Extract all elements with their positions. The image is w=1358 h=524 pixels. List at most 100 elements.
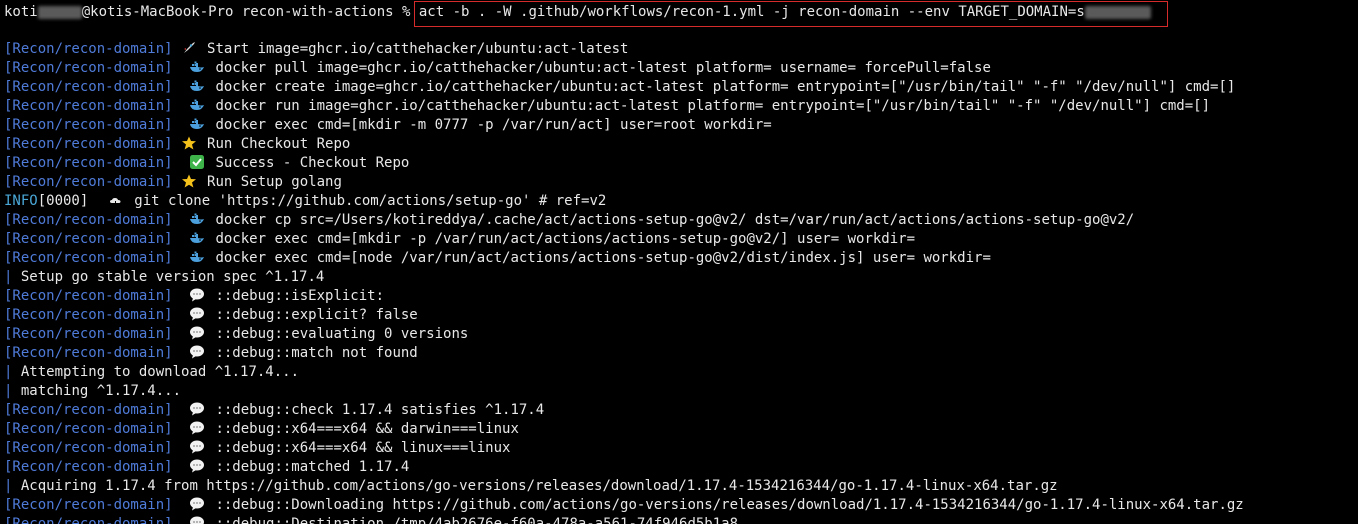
log-message: Run Setup golang [207,174,342,190]
job-prefix: [Recon/recon-domain] [4,440,173,456]
log-line: [Recon/recon-domain] docker create image… [4,78,1235,97]
job-prefix: [Recon/recon-domain] [4,326,173,342]
job-prefix: [Recon/recon-domain] [4,459,173,475]
log-line: [Recon/recon-domain] ::debug::x64===x64 … [4,420,519,439]
log-line: [Recon/recon-domain] Run Setup golang [4,173,342,192]
job-prefix: [Recon/recon-domain] [4,307,173,323]
log-message: ::debug::isExplicit: [215,288,385,304]
docker-icon [189,250,205,264]
log-line: [Recon/recon-domain] docker run image=gh… [4,97,1210,116]
job-prefix: [Recon/recon-domain] [4,136,173,152]
log-message: ::debug::Downloading https://github.com/… [215,497,1244,513]
docker-icon [189,231,205,245]
pipe-marker: | [4,383,13,399]
log-line: INFO[0000] git clone 'https://github.com/… [4,192,606,211]
log-line: [Recon/recon-domain] ::debug::Destinatio… [4,515,738,524]
log-line: [Recon/recon-domain] Start image=ghcr.io… [4,40,628,59]
log-line: [Recon/recon-domain] docker cp src=/User… [4,211,1134,230]
log-message: ::debug::explicit? false [215,307,418,323]
log-line: | matching ^1.17.4... [4,382,181,401]
log-line: [Recon/recon-domain] ::debug::explicit? … [4,306,418,325]
job-prefix: [Recon/recon-domain] [4,497,173,513]
job-prefix: [Recon/recon-domain] [4,345,173,361]
log-message: ::debug::check 1.17.4 satisfies ^1.17.4 [215,402,545,418]
log-message: docker exec cmd=[mkdir -m 0777 -p /var/r… [215,117,772,133]
prompt-host: @kotis-MacBook-Pro recon-with-actions % [81,4,419,20]
log-message: ::debug::match not found [215,345,418,361]
log-line: | Attempting to download ^1.17.4... [4,363,299,382]
log-line: [Recon/recon-domain] ::debug::Downloadin… [4,496,1244,515]
speech-icon [189,497,205,511]
log-message: ::debug::x64===x64 && linux===linux [215,440,511,456]
job-prefix: [Recon/recon-domain] [4,117,173,133]
log-message: docker pull image=ghcr.io/catthehacker/u… [215,60,991,76]
job-prefix: [Recon/recon-domain] [4,402,173,418]
log-line: | Setup go stable version spec ^1.17.4 [4,268,324,287]
info-timestamp: [0000] [37,193,89,209]
log-line: [Recon/recon-domain] ::debug::evaluating… [4,325,468,344]
speech-icon [189,307,205,321]
pipe-marker: | [4,269,13,285]
star-icon [181,174,197,188]
log-line: [Recon/recon-domain] ::debug::match not … [4,344,418,363]
log-message: docker exec cmd=[node /var/run/act/actio… [215,250,991,266]
job-prefix: [Recon/recon-domain] [4,231,173,247]
speech-icon [189,459,205,473]
check-icon [189,155,205,169]
cloud-icon [108,193,124,207]
speech-icon [189,345,205,359]
speech-icon [189,421,205,435]
log-message: git clone 'https://github.com/actions/se… [134,193,607,209]
log-line: [Recon/recon-domain] ::debug::isExplicit… [4,287,384,306]
log-message: Run Checkout Repo [207,136,351,152]
command-highlight-box [414,1,1168,27]
speech-icon [189,440,205,454]
speech-icon [189,516,205,524]
pipe-marker: | [4,364,13,380]
job-prefix: [Recon/recon-domain] [4,421,173,437]
speech-icon [189,326,205,340]
log-line: [Recon/recon-domain] Run Checkout Repo [4,135,350,154]
log-message: Success - Checkout Repo [215,155,410,171]
job-prefix: [Recon/recon-domain] [4,174,173,190]
log-message: ::debug::Destination /tmp/4ab2676e-f60a-… [215,516,739,524]
log-message: docker run image=ghcr.io/catthehacker/ub… [215,98,1211,114]
log-message: Setup go stable version spec ^1.17.4 [20,269,325,285]
job-prefix: [Recon/recon-domain] [4,155,173,171]
prompt-user: koti [4,4,38,20]
log-message: Acquiring 1.17.4 from https://github.com… [20,478,1058,494]
log-line: [Recon/recon-domain] ::debug::check 1.17… [4,401,544,420]
info-prefix: INFO [4,193,38,209]
log-line: [Recon/recon-domain] Success - Checkout … [4,154,409,173]
job-prefix: [Recon/recon-domain] [4,516,173,524]
job-prefix: [Recon/recon-domain] [4,41,173,57]
log-message: matching ^1.17.4... [20,383,182,399]
job-prefix: [Recon/recon-domain] [4,79,173,95]
job-prefix: [Recon/recon-domain] [4,212,173,228]
log-message: Start image=ghcr.io/catthehacker/ubuntu:… [207,41,629,57]
log-line: [Recon/recon-domain] docker exec cmd=[mk… [4,230,915,249]
log-message: docker cp src=/Users/kotireddya/.cache/a… [215,212,1135,228]
log-line: [Recon/recon-domain] ::debug::x64===x64 … [4,439,510,458]
log-message: ::debug::x64===x64 && darwin===linux [215,421,519,437]
redacted-username: xxxxx [37,5,82,19]
job-prefix: [Recon/recon-domain] [4,288,173,304]
log-line: | Acquiring 1.17.4 from https://github.c… [4,477,1058,496]
job-prefix: [Recon/recon-domain] [4,60,173,76]
log-line: [Recon/recon-domain] docker exec cmd=[no… [4,249,991,268]
log-line: [Recon/recon-domain] docker exec cmd=[mk… [4,116,772,135]
speech-icon [189,288,205,302]
log-line: [Recon/recon-domain] ::debug::matched 1.… [4,458,409,477]
docker-icon [189,79,205,93]
log-message: Attempting to download ^1.17.4... [20,364,300,380]
docker-icon [189,60,205,74]
job-prefix: [Recon/recon-domain] [4,250,173,266]
log-message: docker create image=ghcr.io/catthehacker… [215,79,1236,95]
speech-icon [189,402,205,416]
docker-icon [189,117,205,131]
docker-icon [189,212,205,226]
rocket-icon [181,41,197,55]
job-prefix: [Recon/recon-domain] [4,98,173,114]
terminal-window[interactable]: kotixxxxx@kotis-MacBook-Pro recon-with-a… [0,0,1358,524]
docker-icon [189,98,205,112]
